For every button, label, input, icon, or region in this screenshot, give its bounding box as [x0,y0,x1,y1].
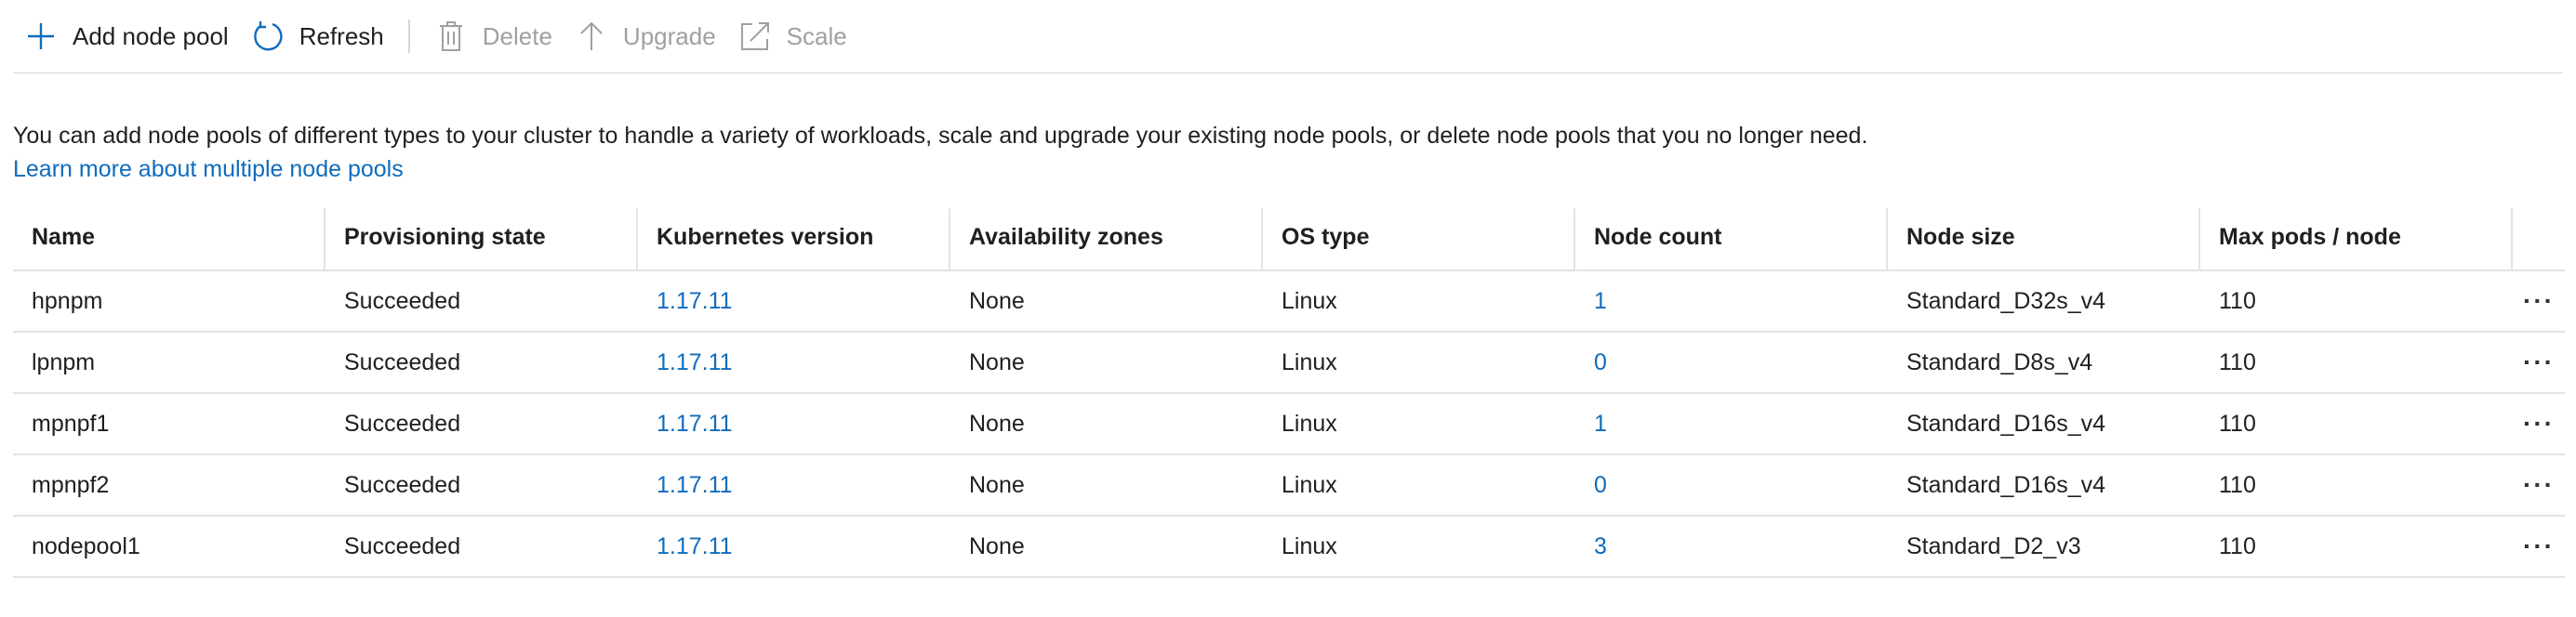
column-header-os-type[interactable]: OS type [1263,204,1575,269]
cell-node-count-link[interactable]: 0 [1575,333,1888,392]
table-row[interactable]: lpnpm Succeeded 1.17.11 None Linux 0 Sta… [13,333,2565,394]
cell-max-pods: 110 [2219,348,2256,375]
add-node-pool-label: Add node pool [73,21,229,50]
cell-node-count-link[interactable]: 1 [1575,394,1888,453]
cell-name: lpnpm [32,348,96,375]
plus-icon [24,20,58,53]
cell-max-pods: 110 [2219,287,2256,314]
description: You can add node pools of different type… [13,119,2561,186]
column-header-name[interactable]: Name [13,204,325,269]
scale-label: Scale [786,21,847,50]
more-icon: ··· [2523,532,2555,560]
cell-availability-zones: None [969,348,1025,375]
arrow-up-icon [575,20,608,53]
column-header-provisioning-state[interactable]: Provisioning state [325,204,638,269]
cell-provisioning-state: Succeeded [344,532,461,559]
row-more-button[interactable]: ··· [2513,333,2565,392]
cell-kubernetes-version-link[interactable]: 1.17.11 [638,517,950,576]
cell-availability-zones: None [969,532,1025,559]
refresh-button[interactable]: Refresh [240,8,395,64]
delete-label: Delete [482,21,552,50]
cell-node-size: Standard_D8s_v4 [1906,348,2093,375]
cell-os-type: Linux [1281,287,1337,314]
column-header-actions [2513,204,2565,269]
cell-provisioning-state: Succeeded [344,287,461,314]
cell-name: nodepool1 [32,532,140,559]
row-more-button[interactable]: ··· [2513,271,2565,331]
learn-more-link[interactable]: Learn more about multiple node pools [13,152,2561,186]
cell-os-type: Linux [1281,410,1337,437]
scale-icon [738,20,772,53]
cell-os-type: Linux [1281,348,1337,375]
cell-name: mpnpf2 [32,471,110,498]
refresh-label: Refresh [299,21,384,50]
command-bar: Add node pool Refresh Delete Upgrade Sca… [13,0,2563,73]
table-row[interactable]: hpnpm Succeeded 1.17.11 None Linux 1 Sta… [13,271,2565,333]
table-row[interactable]: mpnpf2 Succeeded 1.17.11 None Linux 0 St… [13,455,2565,517]
cell-provisioning-state: Succeeded [344,471,461,498]
scale-button[interactable]: Scale [727,8,858,64]
table-header: Name Provisioning state Kubernetes versi… [13,204,2565,271]
trash-icon [434,20,468,53]
cell-kubernetes-version-link[interactable]: 1.17.11 [638,333,950,392]
cell-node-count-link[interactable]: 1 [1575,271,1888,331]
cell-provisioning-state: Succeeded [344,348,461,375]
cell-provisioning-state: Succeeded [344,410,461,437]
cell-kubernetes-version-link[interactable]: 1.17.11 [638,455,950,515]
cell-availability-zones: None [969,410,1025,437]
cell-os-type: Linux [1281,471,1337,498]
cell-name: mpnpf1 [32,410,110,437]
cell-node-size: Standard_D16s_v4 [1906,471,2106,498]
upgrade-label: Upgrade [622,21,716,50]
cell-os-type: Linux [1281,532,1337,559]
node-pools-table: Name Provisioning state Kubernetes versi… [13,204,2565,578]
delete-button[interactable]: Delete [423,8,564,64]
cell-node-size: Standard_D32s_v4 [1906,287,2106,314]
column-header-node-count[interactable]: Node count [1575,204,1888,269]
cell-name: hpnpm [32,287,103,314]
cell-node-count-link[interactable]: 0 [1575,455,1888,515]
upgrade-button[interactable]: Upgrade [564,8,727,64]
column-header-node-size[interactable]: Node size [1888,204,2200,269]
toolbar-divider [407,20,410,53]
row-more-button[interactable]: ··· [2513,517,2565,576]
cell-node-size: Standard_D2_v3 [1906,532,2081,559]
row-more-button[interactable]: ··· [2513,455,2565,515]
more-icon: ··· [2523,348,2555,376]
refresh-icon [251,20,285,53]
cell-kubernetes-version-link[interactable]: 1.17.11 [638,271,950,331]
column-header-availability-zones[interactable]: Availability zones [950,204,1263,269]
table-row[interactable]: nodepool1 Succeeded 1.17.11 None Linux 3… [13,517,2565,578]
cell-node-count-link[interactable]: 3 [1575,517,1888,576]
cell-availability-zones: None [969,287,1025,314]
cell-max-pods: 110 [2219,471,2256,498]
more-icon: ··· [2523,409,2555,438]
cell-max-pods: 110 [2219,410,2256,437]
row-more-button[interactable]: ··· [2513,394,2565,453]
cell-availability-zones: None [969,471,1025,498]
column-header-kubernetes-version[interactable]: Kubernetes version [638,204,950,269]
more-icon: ··· [2523,286,2555,315]
add-node-pool-button[interactable]: Add node pool [13,8,240,64]
cell-max-pods: 110 [2219,532,2256,559]
cell-node-size: Standard_D16s_v4 [1906,410,2106,437]
table-row[interactable]: mpnpf1 Succeeded 1.17.11 None Linux 1 St… [13,394,2565,455]
description-text: You can add node pools of different type… [13,123,1868,149]
more-icon: ··· [2523,470,2555,499]
column-header-max-pods[interactable]: Max pods / node [2200,204,2513,269]
cell-kubernetes-version-link[interactable]: 1.17.11 [638,394,950,453]
